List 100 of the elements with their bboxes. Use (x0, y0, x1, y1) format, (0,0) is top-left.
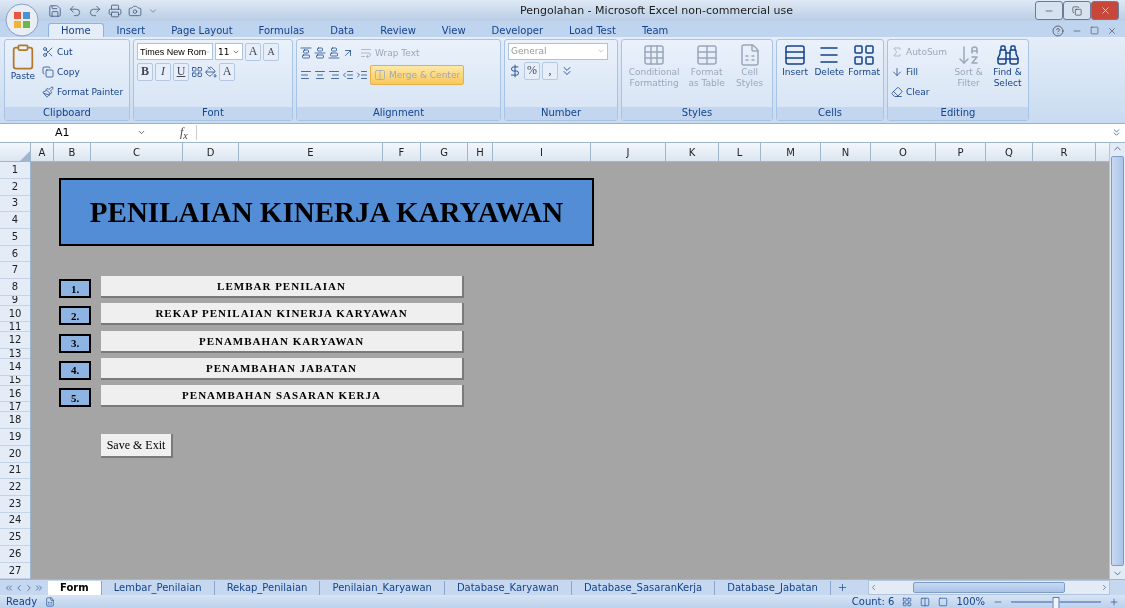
column-header[interactable]: R (1033, 143, 1096, 162)
column-header[interactable]: Q (986, 143, 1033, 162)
grid-icon[interactable] (852, 43, 877, 67)
scroll-left-icon[interactable] (869, 583, 878, 593)
underline-button[interactable]: U (173, 63, 189, 81)
align-middle-icon[interactable] (314, 47, 326, 59)
currency-icon[interactable] (508, 64, 522, 78)
row-header[interactable]: 3 (0, 195, 30, 213)
menu-button[interactable]: LEMBAR PENILAIAN (101, 276, 464, 299)
menu-button[interactable]: PENAMBAHAN JABATAN (101, 357, 464, 380)
align-center-icon[interactable] (314, 69, 326, 81)
camera-icon[interactable] (128, 3, 142, 18)
fill-button[interactable]: Fill (891, 63, 948, 81)
column-header[interactable]: G (421, 143, 468, 162)
row-header[interactable]: 4 (0, 212, 30, 229)
row-header[interactable]: 1 (0, 162, 30, 179)
row-header[interactable]: 6 (0, 245, 30, 263)
macro-icon[interactable] (45, 596, 56, 607)
column-header[interactable]: L (719, 143, 761, 162)
print-preview-icon[interactable] (108, 3, 122, 18)
row-header[interactable]: 7 (0, 262, 30, 280)
comma-button[interactable]: , (542, 62, 558, 80)
italic-button[interactable]: I (155, 63, 171, 81)
previous-sheet-icon[interactable] (14, 582, 24, 593)
column-header[interactable]: I (493, 143, 591, 162)
fill-color-icon[interactable] (205, 66, 217, 78)
row-header[interactable]: 21 (0, 462, 30, 480)
column-header[interactable]: A (31, 143, 54, 162)
binoculars-icon[interactable] (995, 43, 1020, 67)
row-header[interactable]: 19 (0, 429, 30, 446)
align-bottom-icon[interactable] (328, 47, 340, 59)
align-top-icon[interactable] (300, 47, 312, 59)
column-header[interactable]: N (821, 143, 871, 162)
ribbon-tab[interactable]: Review (367, 23, 429, 37)
copy-icon[interactable] (42, 66, 54, 78)
eraser-icon[interactable] (891, 86, 903, 98)
restore-icon[interactable] (1072, 5, 1082, 16)
find-select-button[interactable]: Find & Select (990, 43, 1025, 89)
ribbon-tab[interactable]: Data (317, 23, 368, 37)
new-sheet-icon[interactable] (836, 582, 848, 594)
restore-button[interactable] (1063, 1, 1091, 21)
row-header[interactable]: 12 (0, 332, 30, 350)
row-header[interactable]: 18 (0, 412, 30, 430)
scroll-right-icon[interactable] (1100, 583, 1109, 593)
select-all-icon[interactable] (20, 151, 30, 162)
insert-function-button[interactable]: f$_{x}$ (180, 124, 188, 142)
clear-button[interactable]: Clear (891, 83, 948, 101)
increase-indent-icon[interactable] (356, 69, 368, 81)
redo-icon[interactable] (88, 3, 102, 18)
row-header[interactable]: 22 (0, 479, 30, 496)
close-icon[interactable] (1099, 5, 1111, 17)
orientation-icon[interactable] (342, 47, 354, 59)
row-header[interactable]: 15 (0, 375, 30, 386)
row-header[interactable]: 11 (0, 322, 30, 333)
scissors-icon[interactable] (42, 46, 54, 58)
row-header[interactable]: 8 (0, 279, 30, 296)
page-layout-icon[interactable] (920, 596, 931, 607)
column-header[interactable]: C (91, 143, 183, 162)
normal-view-icon[interactable] (902, 596, 913, 607)
clipboard-button[interactable]: Cut (42, 43, 124, 61)
grow-font-button[interactable]: A (245, 43, 261, 61)
help-icon[interactable] (1052, 25, 1064, 37)
cells-button[interactable]: Insert (780, 43, 811, 78)
expand-icon[interactable] (1111, 127, 1122, 139)
column-header[interactable]: O (871, 143, 936, 162)
font-name-field[interactable]: Times New Rom (137, 43, 213, 61)
row-header[interactable]: 25 (0, 529, 30, 546)
zoom-in-icon[interactable] (1109, 596, 1119, 607)
arrow-down-icon[interactable] (891, 66, 903, 78)
sheet-tab[interactable]: Database_SasaranKerja (571, 580, 716, 595)
column-header[interactable]: D (183, 143, 239, 162)
next-sheet-icon[interactable] (24, 582, 34, 593)
first-sheet-icon[interactable] (4, 582, 14, 593)
row-header[interactable]: 23 (0, 495, 30, 513)
ribbon-tab[interactable]: Formulas (245, 23, 318, 37)
percent-button[interactable]: % (524, 62, 540, 80)
clipboard-button[interactable]: Copy (42, 63, 124, 81)
column-header[interactable]: H (468, 143, 493, 162)
sheet-tab[interactable]: Form (48, 580, 102, 595)
save-exit-button[interactable]: Save & Exit (101, 434, 173, 459)
menu-button[interactable]: PENAMBAHAN KARYAWAN (101, 330, 464, 353)
column-header[interactable]: F (383, 143, 421, 162)
undo-icon[interactable] (68, 3, 82, 18)
menu-button[interactable]: PENAMBAHAN SASARAN KERJA (101, 385, 464, 407)
clipboard-button[interactable]: Format Painter (42, 83, 124, 101)
cells-button[interactable]: Format (848, 43, 880, 78)
sheet-tab[interactable]: Lembar_Penilaian (101, 580, 215, 595)
sheet-tab[interactable]: Database_Karyawan (444, 580, 572, 595)
close-button[interactable] (1091, 1, 1119, 21)
decimal-icon[interactable] (560, 64, 574, 78)
shrink-font-button[interactable]: A (263, 43, 279, 61)
paste-button[interactable]: Paste (8, 43, 38, 82)
last-sheet-icon[interactable] (34, 582, 44, 593)
sheet-tab[interactable]: Database_Jabatan (715, 580, 831, 595)
minimize-button[interactable] (1035, 1, 1063, 21)
row-header[interactable]: 2 (0, 178, 30, 196)
ribbon-tab[interactable]: Team (628, 23, 682, 37)
font-color-button[interactable]: A (219, 63, 235, 81)
borders-icon[interactable] (191, 66, 203, 78)
bold-button[interactable]: B (137, 63, 153, 81)
